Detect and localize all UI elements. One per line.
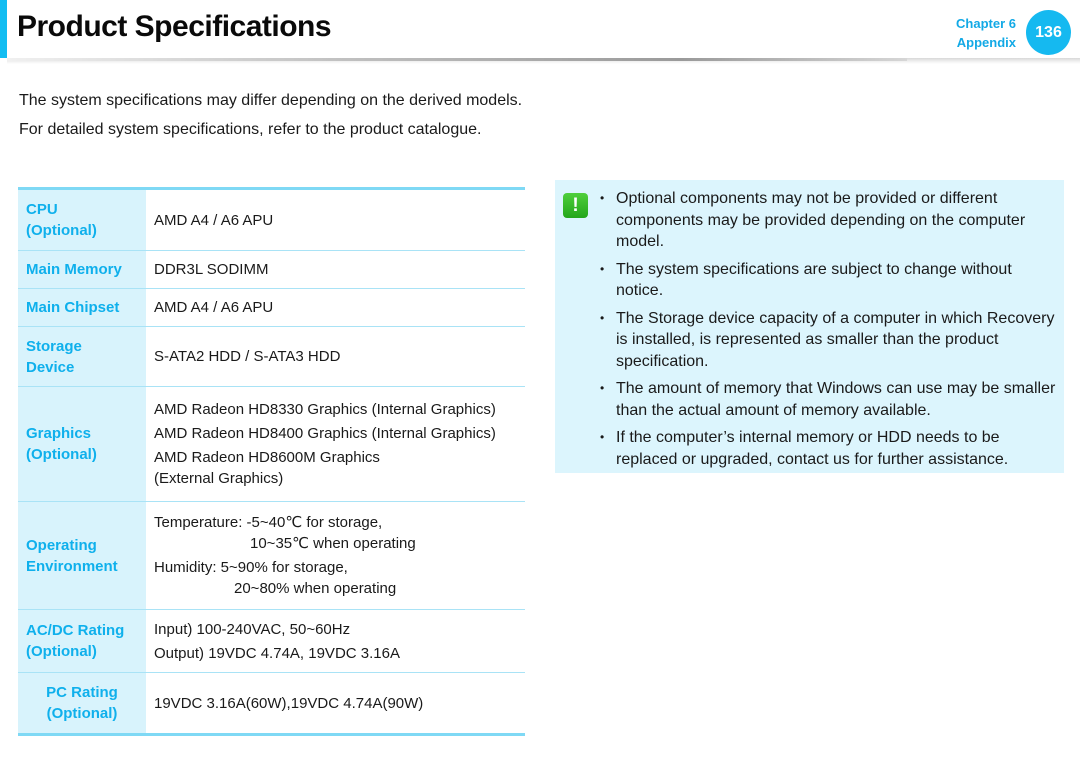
spec-value-line: S-ATA2 HDD / S-ATA3 HDD bbox=[154, 348, 341, 365]
note-item: The system specifications are subject to… bbox=[598, 259, 1060, 302]
note-item: Optional components may not be provided … bbox=[598, 188, 1060, 253]
spec-value: DDR3L SODIMM bbox=[146, 251, 525, 288]
spec-label: Storage Device bbox=[18, 327, 146, 386]
spec-row-graphics: Graphics (Optional) AMD Radeon HD8330 Gr… bbox=[18, 387, 525, 502]
spec-value-line: DDR3L SODIMM bbox=[154, 261, 269, 278]
page-title: Product Specifications bbox=[17, 10, 332, 43]
spec-label-line: CPU bbox=[26, 201, 58, 218]
spec-value: Temperature: -5~40℃ for storage, 10~35℃ … bbox=[146, 502, 525, 609]
spec-value-line: 20~80% when operating bbox=[234, 580, 397, 597]
spec-value-line: Input) 100-240VAC, 50~60Hz bbox=[154, 620, 351, 638]
spec-label-line: (Optional) bbox=[26, 643, 97, 660]
spec-row-pc-rating: PC Rating (Optional) 19VDC 3.16A(60W),19… bbox=[18, 673, 525, 733]
intro-paragraph: For detailed system specifications, refe… bbox=[19, 121, 482, 138]
spec-label: Operating Environment bbox=[18, 502, 146, 609]
spec-value-line: (External Graphics) bbox=[154, 470, 284, 487]
spec-label-line: Graphics bbox=[26, 425, 92, 442]
header-divider-shade bbox=[7, 58, 907, 61]
spec-value-line: 19VDC 3.16A(60W),19VDC 4.74A(90W) bbox=[154, 694, 424, 712]
spec-row-acdc-rating: AC/DC Rating (Optional) Input) 100-240VA… bbox=[18, 610, 525, 673]
spec-value-line: AMD Radeon HD8400 Graphics (Internal Gra… bbox=[154, 425, 496, 442]
spec-label-line: Environment bbox=[26, 557, 118, 575]
note-item: The amount of memory that Windows can us… bbox=[598, 378, 1060, 421]
spec-label: AC/DC Rating (Optional) bbox=[18, 610, 146, 672]
spec-value-line: Humidity: 5~90% for storage, bbox=[154, 559, 348, 576]
spec-label-line: Main Chipset bbox=[26, 299, 120, 316]
spec-label-line: Main Memory bbox=[26, 261, 122, 278]
header-accent-bar bbox=[0, 0, 7, 58]
spec-value-line: AMD Radeon HD8330 Graphics (Internal Gra… bbox=[154, 401, 496, 418]
spec-label-line: PC Rating bbox=[46, 684, 118, 701]
spec-value: 19VDC 3.16A(60W),19VDC 4.74A(90W) bbox=[146, 673, 525, 733]
note-box: ! Optional components may not be provide… bbox=[555, 180, 1064, 473]
spec-label-line: (Optional) bbox=[26, 222, 97, 239]
spec-label-line: Device bbox=[26, 358, 75, 376]
spec-value: Input) 100-240VAC, 50~60Hz Output) 19VDC… bbox=[146, 610, 525, 672]
spec-row-main-chipset: Main Chipset AMD A4 / A6 APU bbox=[18, 289, 525, 327]
exclamation-icon: ! bbox=[563, 193, 588, 218]
intro-text: The system specifications may differ dep… bbox=[19, 90, 529, 148]
spec-value: S-ATA2 HDD / S-ATA3 HDD bbox=[146, 327, 525, 386]
spec-label-line: AC/DC Rating bbox=[26, 622, 125, 639]
spec-value: AMD A4 / A6 APU bbox=[146, 289, 525, 326]
note-list: Optional components may not be provided … bbox=[598, 188, 1060, 476]
page-number-badge: 136 bbox=[1026, 10, 1071, 55]
spec-value-line: Output) 19VDC 4.74A, 19VDC 3.16A bbox=[154, 644, 400, 662]
spec-value-line: 10~35℃ when operating bbox=[250, 535, 416, 552]
spec-value: AMD A4 / A6 APU bbox=[146, 190, 525, 250]
spec-label: Graphics (Optional) bbox=[18, 387, 146, 501]
chapter-section: Appendix bbox=[956, 35, 1016, 50]
spec-label: Main Memory bbox=[18, 251, 146, 288]
spec-value-line: AMD Radeon HD8600M Graphics bbox=[154, 449, 380, 466]
chapter-number: Chapter 6 bbox=[956, 16, 1016, 31]
spec-label-line: Storage bbox=[26, 337, 82, 355]
spec-row-operating-environment: Operating Environment Temperature: -5~40… bbox=[18, 502, 525, 610]
spec-row-cpu: CPU (Optional) AMD A4 / A6 APU bbox=[18, 190, 525, 251]
spec-label-line: Operating bbox=[26, 536, 97, 554]
spec-table: CPU (Optional) AMD A4 / A6 APU Main Memo… bbox=[18, 187, 525, 736]
spec-value-line: Temperature: -5~40℃ for storage, bbox=[154, 514, 383, 531]
note-item: The Storage device capacity of a compute… bbox=[598, 308, 1060, 373]
spec-row-storage-device: Storage Device S-ATA2 HDD / S-ATA3 HDD bbox=[18, 327, 525, 387]
spec-value: AMD Radeon HD8330 Graphics (Internal Gra… bbox=[146, 387, 525, 501]
intro-paragraph: The system specifications may differ dep… bbox=[19, 92, 523, 109]
spec-value-line: AMD A4 / A6 APU bbox=[154, 211, 274, 229]
spec-label: PC Rating (Optional) bbox=[18, 673, 146, 733]
note-item: If the computer’s internal memory or HDD… bbox=[598, 427, 1060, 470]
spec-label: Main Chipset bbox=[18, 289, 146, 326]
spec-label-line: (Optional) bbox=[26, 446, 97, 463]
spec-label-line: (Optional) bbox=[46, 705, 118, 722]
spec-label: CPU (Optional) bbox=[18, 190, 146, 250]
spec-row-main-memory: Main Memory DDR3L SODIMM bbox=[18, 251, 525, 289]
spec-value-line: AMD A4 / A6 APU bbox=[154, 299, 274, 316]
chapter-label: Chapter 6 Appendix bbox=[956, 14, 1016, 52]
